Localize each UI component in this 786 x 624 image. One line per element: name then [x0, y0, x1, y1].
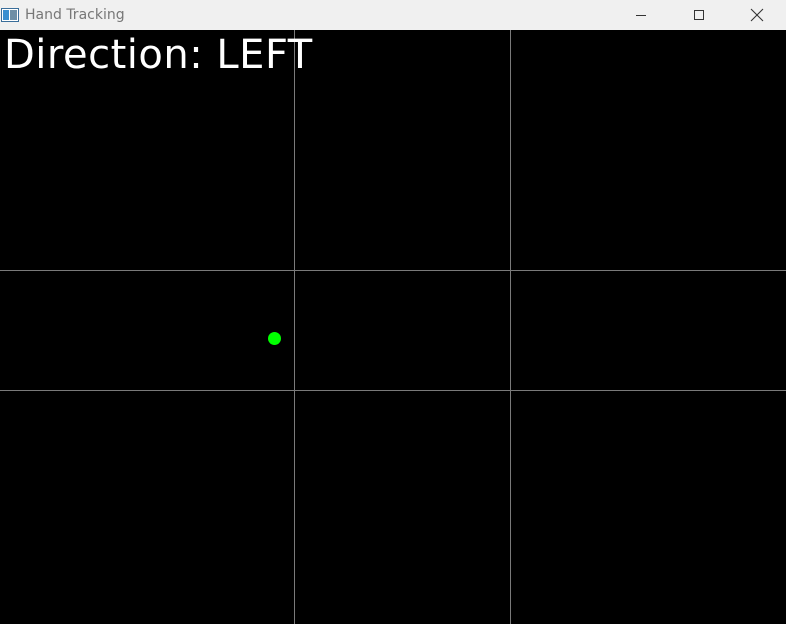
hand-tracking-window: Hand Tracking Direction: LEFT: [0, 0, 786, 624]
grid-line-vertical-left: [294, 30, 295, 624]
video-canvas: Direction: LEFT: [0, 30, 786, 624]
minimize-icon: [636, 15, 646, 16]
title-bar[interactable]: Hand Tracking: [0, 0, 786, 30]
app-window-icon: [1, 7, 19, 23]
minimize-button[interactable]: [612, 0, 670, 30]
maximize-icon: [694, 10, 704, 20]
close-button[interactable]: [728, 0, 786, 30]
grid-line-horizontal-bottom: [0, 390, 786, 391]
direction-label: Direction: LEFT: [4, 32, 313, 78]
grid-line-horizontal-top: [0, 270, 786, 271]
hand-tracking-point: [268, 332, 281, 345]
close-icon: [750, 8, 764, 22]
grid-line-vertical-right: [510, 30, 511, 624]
window-controls: [612, 0, 786, 30]
window-title: Hand Tracking: [25, 7, 125, 23]
maximize-button[interactable]: [670, 0, 728, 30]
